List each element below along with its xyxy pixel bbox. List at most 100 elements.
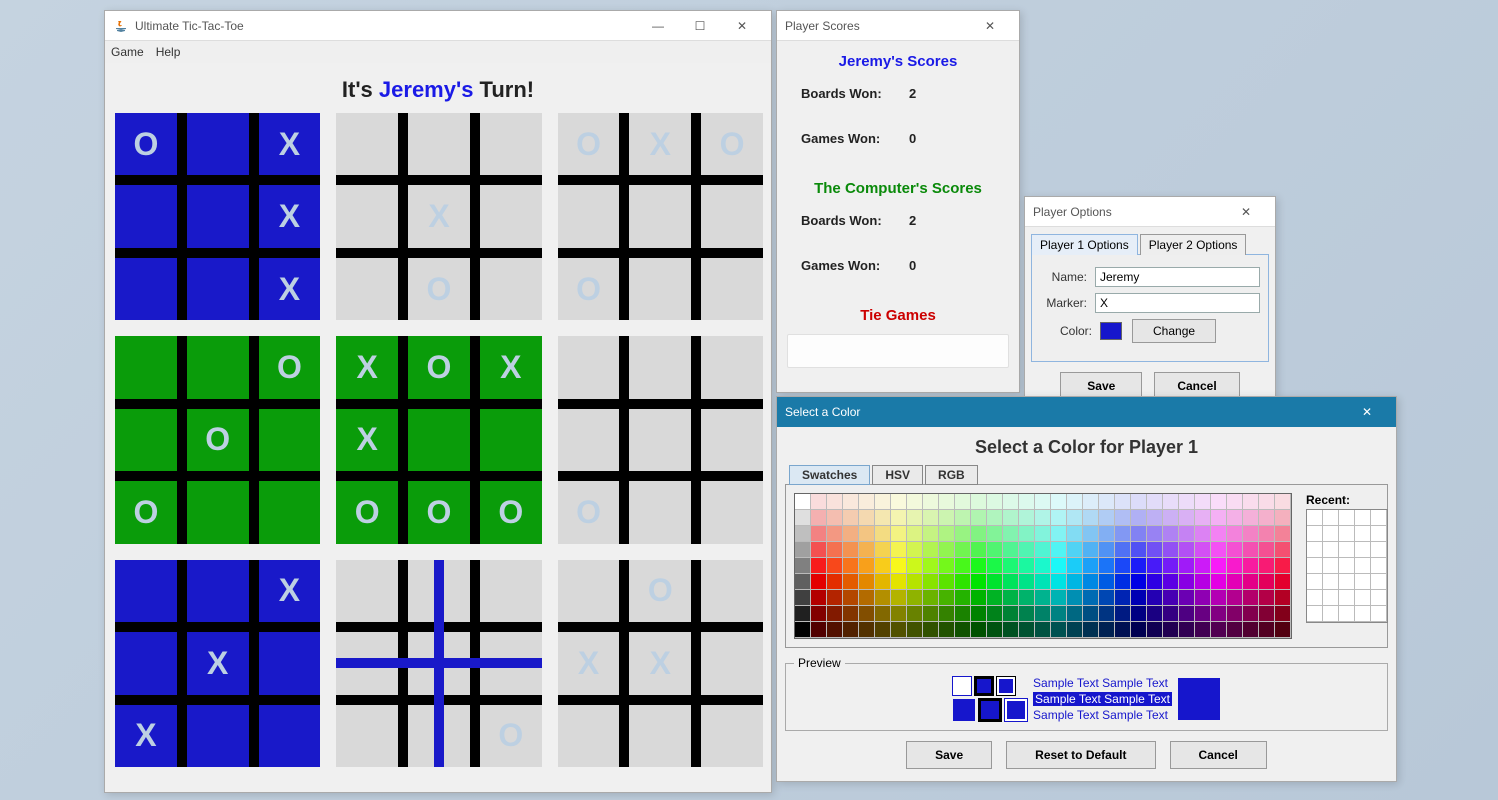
swatch[interactable] [795,526,811,542]
swatch[interactable] [1035,606,1051,622]
swatch[interactable] [971,558,987,574]
cell-6-0[interactable] [115,560,177,622]
swatch[interactable] [1227,622,1243,638]
cell-6-2[interactable]: X [259,560,321,622]
swatch[interactable] [1019,494,1035,510]
menu-help[interactable]: Help [156,45,181,59]
swatch[interactable] [1275,542,1291,558]
marker-input[interactable] [1095,293,1260,313]
cell-4-8[interactable]: O [480,481,542,543]
swatch[interactable] [1243,510,1259,526]
swatch[interactable] [1099,526,1115,542]
swatch[interactable] [1227,558,1243,574]
swatch[interactable] [859,526,875,542]
swatch[interactable] [1019,590,1035,606]
cell-2-5[interactable] [701,185,763,247]
recent-swatch[interactable] [1355,558,1371,574]
recent-swatch[interactable] [1355,510,1371,526]
swatch[interactable] [987,574,1003,590]
swatch[interactable] [1003,590,1019,606]
swatch[interactable] [843,542,859,558]
cell-7-6[interactable] [336,705,398,767]
swatch[interactable] [1243,558,1259,574]
swatch[interactable] [1003,542,1019,558]
swatch[interactable] [1131,590,1147,606]
recent-swatch-grid[interactable] [1306,509,1388,623]
swatch[interactable] [1227,574,1243,590]
swatch[interactable] [875,574,891,590]
swatch[interactable] [939,590,955,606]
swatch[interactable] [1179,526,1195,542]
swatch[interactable] [1099,510,1115,526]
swatch[interactable] [1195,574,1211,590]
swatch[interactable] [859,574,875,590]
swatch[interactable] [1083,558,1099,574]
swatch[interactable] [923,526,939,542]
cell-2-0[interactable]: O [558,113,620,175]
swatch[interactable] [1147,494,1163,510]
swatch[interactable] [1163,622,1179,638]
cell-1-0[interactable] [336,113,398,175]
recent-swatch[interactable] [1339,590,1355,606]
swatch[interactable] [843,590,859,606]
swatch[interactable] [827,606,843,622]
swatch[interactable] [811,542,827,558]
swatch[interactable] [1147,590,1163,606]
swatch[interactable] [1067,574,1083,590]
swatch[interactable] [923,494,939,510]
swatch[interactable] [1083,590,1099,606]
swatch[interactable] [1067,622,1083,638]
swatch[interactable] [1083,574,1099,590]
swatch[interactable] [1035,622,1051,638]
swatch[interactable] [1243,542,1259,558]
recent-swatch[interactable] [1371,542,1387,558]
swatch[interactable] [1003,558,1019,574]
swatch[interactable] [1179,574,1195,590]
swatch[interactable] [1147,526,1163,542]
swatch[interactable] [827,622,843,638]
cell-0-4[interactable] [187,185,249,247]
color-save-button[interactable]: Save [906,741,992,769]
swatch[interactable] [1003,622,1019,638]
swatch[interactable] [891,542,907,558]
swatch[interactable] [1275,494,1291,510]
swatch[interactable] [843,494,859,510]
swatch[interactable] [1259,542,1275,558]
cell-3-2[interactable]: O [259,336,321,398]
swatch[interactable] [907,574,923,590]
menu-game[interactable]: Game [111,45,144,59]
swatch[interactable] [1195,526,1211,542]
recent-swatch[interactable] [1307,526,1323,542]
cell-8-0[interactable] [558,560,620,622]
cell-3-0[interactable] [115,336,177,398]
cell-5-8[interactable] [701,481,763,543]
recent-swatch[interactable] [1339,606,1355,622]
swatch[interactable] [971,494,987,510]
swatch[interactable] [1131,622,1147,638]
swatch[interactable] [1179,590,1195,606]
swatch[interactable] [875,606,891,622]
swatch[interactable] [1259,558,1275,574]
swatch[interactable] [1163,510,1179,526]
swatch[interactable] [1211,494,1227,510]
swatch[interactable] [1179,622,1195,638]
swatch[interactable] [907,622,923,638]
swatch[interactable] [1051,494,1067,510]
cell-3-8[interactable] [259,481,321,543]
cell-4-3[interactable]: X [336,409,398,471]
cell-4-2[interactable]: X [480,336,542,398]
swatch[interactable] [875,494,891,510]
swatch[interactable] [811,606,827,622]
swatch[interactable] [1115,558,1131,574]
swatch[interactable] [939,510,955,526]
swatch[interactable] [1259,622,1275,638]
cell-5-1[interactable] [629,336,691,398]
swatch[interactable] [1051,558,1067,574]
swatch[interactable] [1275,558,1291,574]
swatch[interactable] [875,526,891,542]
swatch[interactable] [1115,622,1131,638]
swatch[interactable] [1163,606,1179,622]
swatch[interactable] [1243,526,1259,542]
swatch[interactable] [971,606,987,622]
recent-swatch[interactable] [1323,558,1339,574]
